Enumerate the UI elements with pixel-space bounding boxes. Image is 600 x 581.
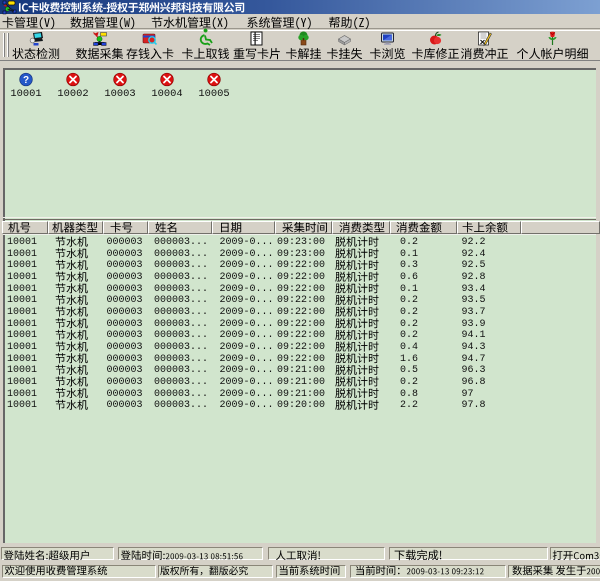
svg-text:?: ? (23, 75, 29, 86)
